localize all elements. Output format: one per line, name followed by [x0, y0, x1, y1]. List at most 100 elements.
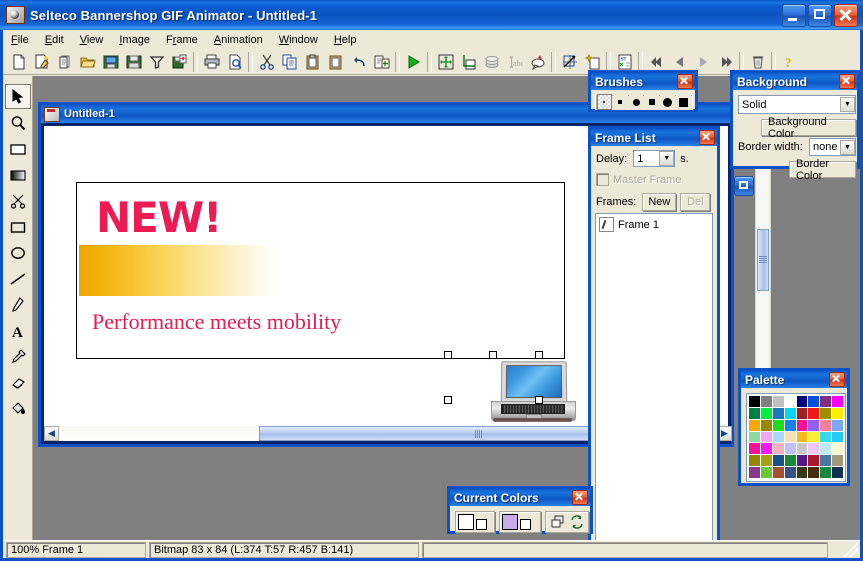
color-swatch[interactable] [773, 455, 784, 466]
color-swatch[interactable] [749, 408, 760, 419]
color-swatch[interactable] [785, 467, 796, 478]
list-item[interactable]: Frame 1 [596, 214, 712, 235]
color-swatch[interactable] [773, 443, 784, 454]
brush-dot-4[interactable] [660, 94, 675, 110]
new-from-template-icon[interactable] [53, 51, 76, 73]
mdi-vertical-thumb[interactable] [757, 229, 769, 291]
color-swatch[interactable] [761, 443, 772, 454]
gradient-tool[interactable] [5, 162, 31, 187]
color-swatch[interactable] [749, 443, 760, 454]
brush-none[interactable] [597, 94, 612, 110]
color-swatch[interactable] [773, 467, 784, 478]
default-colors-icon[interactable] [551, 515, 565, 529]
color-swatch[interactable] [761, 408, 772, 419]
open-folder-icon[interactable] [76, 51, 99, 73]
color-swatch[interactable] [832, 467, 843, 478]
color-swatch[interactable] [785, 443, 796, 454]
color-swatch[interactable] [749, 455, 760, 466]
select-arrow-tool[interactable] [5, 84, 31, 109]
menu-help[interactable]: Help [326, 32, 365, 48]
color-swatch[interactable] [832, 408, 843, 419]
selection-handle-n[interactable] [489, 351, 497, 359]
current-colors-close-icon[interactable] [572, 490, 588, 505]
color-swatch[interactable] [797, 432, 808, 443]
menu-view[interactable]: View [72, 32, 112, 48]
color-swatch[interactable] [797, 408, 808, 419]
menu-image[interactable]: Image [111, 32, 158, 48]
selection-handle-e[interactable] [535, 396, 543, 404]
new-frame-button[interactable]: New [642, 193, 676, 211]
color-swatch[interactable] [832, 396, 843, 407]
color-swatch[interactable] [749, 396, 760, 407]
fill-color-button[interactable] [455, 511, 495, 533]
eyedropper-tool[interactable] [5, 344, 31, 369]
color-swatch[interactable] [749, 432, 760, 443]
color-swatch[interactable] [808, 443, 819, 454]
flatten-icon[interactable] [480, 51, 503, 73]
copy-icon[interactable] [278, 51, 301, 73]
color-swatch[interactable] [785, 420, 796, 431]
brush-dot-1[interactable] [613, 94, 628, 110]
rectangle-fill-tool[interactable] [5, 136, 31, 161]
menu-edit[interactable]: Edit [37, 32, 72, 48]
ellipse-tool[interactable] [5, 240, 31, 265]
color-swatch[interactable] [761, 420, 772, 431]
color-swatch[interactable] [797, 420, 808, 431]
save-icon[interactable] [122, 51, 145, 73]
close-button[interactable] [834, 4, 858, 27]
filter-icon[interactable] [145, 51, 168, 73]
background-type-combo[interactable]: Solid ▼ [738, 95, 856, 114]
color-swatch[interactable] [785, 408, 796, 419]
color-swatch[interactable] [832, 455, 843, 466]
color-swatch[interactable] [808, 408, 819, 419]
print-icon[interactable] [200, 51, 223, 73]
swap-colors-icon[interactable] [570, 515, 584, 529]
resize-grip[interactable] [844, 543, 858, 557]
rectangle-outline-tool[interactable] [5, 214, 31, 239]
duplicate-icon[interactable] [370, 51, 393, 73]
color-swatch[interactable] [820, 408, 831, 419]
brush-dot-5[interactable] [676, 94, 691, 110]
maximize-button[interactable] [808, 4, 832, 27]
transform-icon[interactable] [558, 51, 581, 73]
color-swatch[interactable] [761, 455, 772, 466]
color-swatch[interactable] [820, 396, 831, 407]
brushes-close-icon[interactable] [677, 74, 693, 89]
color-swatch[interactable] [808, 396, 819, 407]
color-swatch[interactable] [820, 455, 831, 466]
color-swatch[interactable] [749, 467, 760, 478]
master-frame-checkbox[interactable] [596, 173, 609, 186]
menu-file[interactable]: File [3, 32, 37, 48]
zoom-magnifier-tool[interactable] [5, 110, 31, 135]
new-file-icon[interactable] [7, 51, 30, 73]
color-swatch[interactable] [749, 420, 760, 431]
color-swatch[interactable] [832, 443, 843, 454]
color-swatch[interactable] [820, 467, 831, 478]
balloon-icon[interactable] [526, 51, 549, 73]
color-swatch[interactable] [820, 443, 831, 454]
crop-icon[interactable] [457, 51, 480, 73]
selection-handle-nw[interactable] [444, 351, 452, 359]
paint-bucket-tool[interactable] [5, 396, 31, 421]
laptop-image[interactable] [491, 361, 574, 423]
brush-dot-3[interactable] [644, 94, 659, 110]
color-swatch[interactable] [808, 467, 819, 478]
resize-canvas-icon[interactable] [434, 51, 457, 73]
color-swatch[interactable] [797, 443, 808, 454]
save-special-icon[interactable] [168, 51, 191, 73]
play-preview-icon[interactable] [402, 51, 425, 73]
color-swatch[interactable] [773, 408, 784, 419]
cut-scissors-icon[interactable] [255, 51, 278, 73]
pencil-tool[interactable] [5, 292, 31, 317]
color-swatch-grid[interactable] [746, 393, 846, 482]
document-restore-button[interactable] [734, 176, 754, 196]
color-swatch[interactable] [773, 420, 784, 431]
frames-listbox[interactable]: Frame 1 [595, 213, 713, 541]
scissors-tool[interactable] [5, 188, 31, 213]
color-swatch[interactable] [832, 420, 843, 431]
scroll-left-arrow[interactable]: ◀ [44, 426, 59, 441]
selection-handle-w[interactable] [444, 396, 452, 404]
border-width-combo[interactable]: none ▼ [809, 138, 856, 156]
undo-arrow-icon[interactable] [347, 51, 370, 73]
brush-dot-2[interactable] [629, 94, 644, 110]
